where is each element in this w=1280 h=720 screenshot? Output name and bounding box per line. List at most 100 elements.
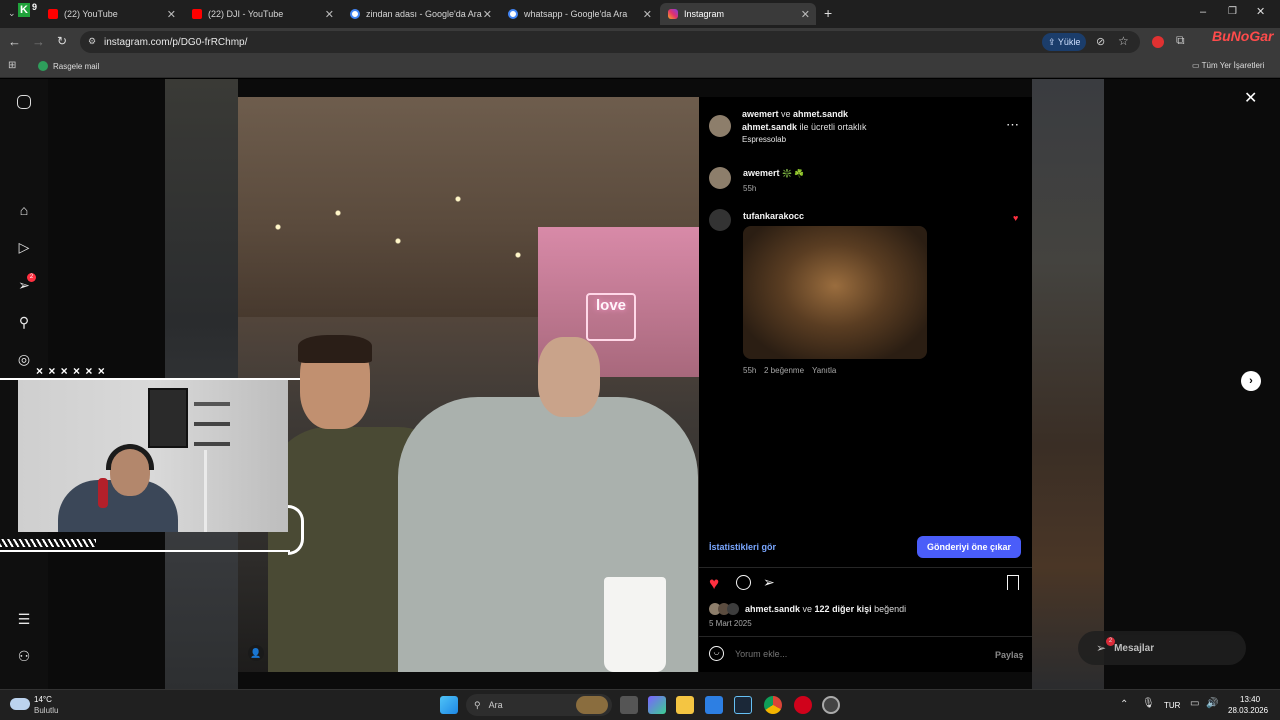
avatar[interactable] [709,167,731,189]
language-indicator[interactable]: TUR [1164,701,1180,710]
instagram-icon[interactable] [17,95,31,109]
youtube-icon [48,9,58,19]
avatar[interactable] [709,115,731,137]
url-field[interactable]: ⚙ instagram.com/p/DG0-frRChmp/ ⇪ Yükle ⊘… [80,31,1140,53]
post-photo[interactable]: love 👤 [238,97,699,672]
google-icon [508,9,518,19]
display-icon[interactable]: ▭ [1190,698,1199,709]
star-icon[interactable]: ☆ [1118,34,1129,48]
meta-icon[interactable]: ⚇ [14,646,34,666]
comment-icon[interactable] [736,575,751,590]
all-bookmarks[interactable]: ▭ Tüm Yer İşaretleri [1192,61,1264,70]
location[interactable]: Espressolab [742,135,786,144]
chrome-icon[interactable] [764,696,782,714]
caption-time: 55h [743,184,757,193]
like-icon[interactable]: ♥ [709,574,719,594]
person-left-hair [298,335,372,363]
messages-pill[interactable]: ➢ Mesajlar 2 [1078,631,1246,665]
stats-link[interactable]: İstatistikleri gör [709,542,776,552]
task-view-icon[interactable] [620,696,638,714]
messages-label: Mesajlar [1114,642,1155,654]
boost-label: Gönderiyi öne çıkar [926,542,1012,552]
clock-date[interactable]: 28.03.2026 [1228,706,1268,715]
tab-dji-youtube[interactable]: (22) DJI - YouTube ✕ [184,3,340,25]
tab-whatsapp[interactable]: whatsapp - Google'da Ara ✕ [500,3,658,25]
tab-zindan[interactable]: zindan adası - Google'da Ara ✕ [342,3,498,25]
reels-icon[interactable]: ▷ [14,237,34,257]
caption-user[interactable]: awemert [743,168,780,178]
save-icon[interactable] [1007,575,1019,590]
share-link[interactable]: Paylaş [995,650,1024,660]
close-icon[interactable]: ✕ [801,8,810,21]
extension-red-icon[interactable] [1152,36,1164,48]
search-icon[interactable]: ⚲ [14,312,34,332]
post-side-panel: awemert ve ahmet.sandk ahmet.sandk ile ü… [699,97,1032,672]
upload-label: Yükle [1057,37,1081,47]
close-icon[interactable]: ✕ [167,8,176,21]
weather-temp[interactable]: 14°C [34,695,52,704]
comment-like-icon[interactable]: ♥ [1013,213,1018,223]
clock-time[interactable]: 13:40 [1240,695,1260,704]
file-explorer-icon[interactable] [676,696,694,714]
home-icon[interactable]: ⌂ [14,200,34,220]
bookmark-rasgele-mail[interactable]: Rasgele mail [38,61,99,71]
liked-by-user[interactable]: ahmet.sandk [745,604,800,614]
direct-badge: 2 [27,273,36,282]
address-bar-row: ← → ↻ ⚙ instagram.com/p/DG0-frRChmp/ ⇪ Y… [0,28,1280,56]
comment-input[interactable] [735,647,975,661]
start-icon[interactable] [440,696,458,714]
tab-youtube[interactable]: (22) YouTube ✕ [40,3,182,25]
google-icon [350,9,360,19]
opera-icon[interactable] [794,696,812,714]
forward-icon[interactable]: → [32,34,45,49]
door-frame [204,450,207,532]
header-user1[interactable]: awemert [742,109,779,119]
comment-user[interactable]: tufankarakocc [743,211,804,221]
new-tab-button[interactable]: + [824,5,832,21]
volume-icon[interactable]: 🔊 [1206,698,1218,709]
eye-off-icon[interactable]: ⊘ [1096,35,1105,48]
back-icon[interactable]: ← [8,34,21,49]
upload-button[interactable]: ⇪ Yükle [1042,33,1087,51]
partner-user[interactable]: ahmet.sandk [742,122,797,132]
love-neon-sign: love [586,293,636,341]
boost-post-button[interactable]: Gönderiyi öne çıkar [917,536,1021,558]
store-icon[interactable] [705,696,723,714]
post-header-users: awemert ve ahmet.sandk [742,109,848,119]
tray-chevron-icon[interactable]: ⌃ [1120,699,1128,710]
taskbar-search[interactable]: ⚲ Ara [466,694,612,716]
app-icon[interactable] [822,696,840,714]
minimize-button[interactable]: – [1200,6,1206,18]
more-options-icon[interactable]: ⋯ [1006,117,1019,133]
webcam-crosses: × × × × × × [36,364,106,378]
widgets-icon[interactable] [648,696,666,714]
share-icon[interactable]: ➢ [763,574,775,591]
close-icon[interactable]: ✕ [483,8,492,21]
close-icon[interactable]: ✕ [325,8,334,21]
microphone-icon[interactable]: 🎙 [1142,698,1155,709]
liked-by-count[interactable]: 122 diğer kişi [815,604,872,614]
avatar[interactable] [709,209,731,231]
partnership-line: ahmet.sandk ile ücretli ortaklık [742,122,867,132]
next-post-button[interactable]: › [1241,371,1261,391]
tag-user-icon[interactable]: 👤 [248,645,264,661]
search-icon: ⚲ [474,699,481,710]
steam-icon[interactable] [734,696,752,714]
menu-icon[interactable]: ☰ [14,609,34,629]
comment-reply[interactable]: Yanıtla [812,366,836,375]
tab-instagram[interactable]: Instagram ✕ [660,3,816,25]
tab-search-icon[interactable]: ⌄ [8,8,16,19]
site-info-icon[interactable]: ⚙ [88,36,96,47]
apps-grid-icon[interactable]: ⊞ [8,60,16,71]
extensions-icon[interactable]: ⧉ [1176,33,1185,48]
reload-icon[interactable]: ↻ [57,34,67,48]
weather-cloud-icon[interactable] [10,698,30,710]
header-user2[interactable]: ahmet.sandk [793,109,848,119]
close-window-button[interactable]: ✕ [1256,5,1265,18]
close-icon[interactable]: ✕ [643,8,652,21]
comment-likes[interactable]: 2 beğenme [764,366,804,375]
maximize-button[interactable]: ❐ [1228,6,1237,17]
url-text: instagram.com/p/DG0-frRChmp/ [104,36,248,48]
emoji-icon[interactable]: ◡ [709,646,724,661]
close-modal-icon[interactable]: ✕ [1244,88,1257,108]
